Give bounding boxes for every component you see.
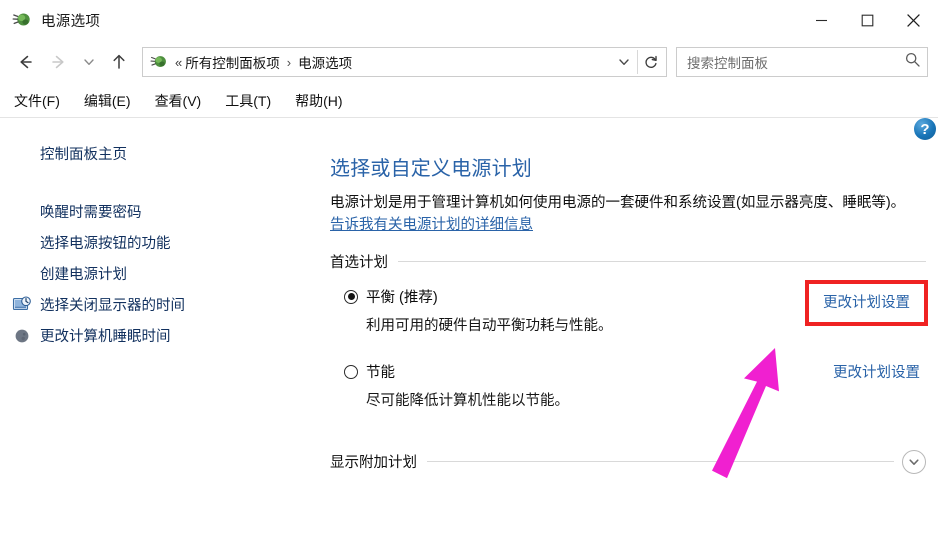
- help-question-icon[interactable]: ?: [914, 118, 936, 140]
- back-arrow-icon[interactable]: [8, 45, 42, 79]
- page-description-text: 电源计划是用于管理计算机如何使用电源的一套硬件和系统设置(如显示器亮度、睡眠等)…: [330, 195, 906, 211]
- radio-balanced[interactable]: [344, 289, 358, 304]
- sidebar-item-label: 唤醒时需要密码: [40, 205, 142, 221]
- sidebar-item-choose-power-button-function[interactable]: 选择电源按钮的功能: [0, 227, 320, 258]
- breadcrumb-overflow-chevrons[interactable]: «: [175, 55, 185, 70]
- refresh-icon[interactable]: [638, 48, 664, 76]
- menu-edit[interactable]: 编辑(E): [84, 91, 145, 111]
- menu-file[interactable]: 文件(F): [14, 91, 74, 111]
- title-bar: 电源选项: [0, 0, 938, 40]
- preferred-plans-header: 首选计划: [330, 251, 930, 272]
- sidebar-item-change-sleep-time[interactable]: 更改计算机睡眠时间: [0, 320, 320, 351]
- moon-icon: [12, 326, 32, 346]
- window-title: 电源选项: [41, 13, 101, 30]
- power-plan-name: 节能: [366, 364, 395, 381]
- forward-arrow-icon: [42, 45, 76, 79]
- sidebar-item-control-panel-home[interactable]: 控制面板主页: [0, 138, 320, 178]
- address-power-plug-icon: [150, 53, 168, 71]
- sidebar-item-label: 更改计算机睡眠时间: [40, 329, 171, 345]
- menu-help[interactable]: 帮助(H): [295, 91, 356, 111]
- breadcrumb-item-power-options[interactable]: 电源选项: [298, 52, 352, 72]
- sidebar-item-label: 控制面板主页: [40, 147, 127, 163]
- change-plan-settings-link-balanced[interactable]: 更改计划设置: [805, 279, 928, 327]
- power-plug-icon: [12, 10, 32, 30]
- page-title: 选择或自定义电源计划: [330, 158, 532, 180]
- menu-bar: 文件(F) 编辑(E) 查看(V) 工具(T) 帮助(H): [0, 84, 938, 118]
- chevron-down-circle-icon[interactable]: [902, 449, 926, 474]
- maximize-button[interactable]: [844, 0, 890, 40]
- power-plan-balanced[interactable]: 平衡 (推荐) 利用可用的硬件自动平衡功耗与性能。 更改计划设置: [330, 276, 930, 335]
- breadcrumb-separator: ›: [286, 54, 292, 70]
- power-plan-description: 尽可能降低计算机性能以节能。: [366, 392, 569, 409]
- main-pane: ? 选择或自定义电源计划 电源计划是用于管理计算机如何使用电源的一套硬件和系统设…: [320, 118, 938, 540]
- preferred-plans-label: 首选计划: [330, 254, 388, 271]
- group-divider: [427, 461, 894, 463]
- address-chevron-down-icon[interactable]: [611, 48, 637, 76]
- sidebar-item-label: 选择关闭显示器的时间: [40, 298, 185, 314]
- learn-more-link[interactable]: 告诉我有关电源计划的详细信息: [330, 217, 533, 233]
- page-description: 电源计划是用于管理计算机如何使用电源的一套硬件和系统设置(如显示器亮度、睡眠等)…: [330, 192, 920, 237]
- window-controls: [798, 0, 936, 40]
- radio-power-saver[interactable]: [344, 364, 358, 379]
- additional-plans-header[interactable]: 显示附加计划: [330, 449, 930, 474]
- breadcrumb-item-all-control-panel-items[interactable]: 所有控制面板项: [185, 52, 280, 72]
- search-icon[interactable]: [904, 51, 921, 73]
- sidebar: 控制面板主页 唤醒时需要密码 选择电源按钮的功能 创建电源计划 选择关闭显示器的…: [0, 118, 320, 540]
- menu-view[interactable]: 查看(V): [155, 91, 216, 111]
- group-divider: [398, 260, 926, 262]
- search-input[interactable]: 搜索控制面板: [687, 52, 904, 72]
- sidebar-item-label: 选择电源按钮的功能: [40, 236, 171, 252]
- up-arrow-icon[interactable]: [102, 45, 136, 79]
- content-area: 控制面板主页 唤醒时需要密码 选择电源按钮的功能 创建电源计划 选择关闭显示器的…: [0, 118, 938, 540]
- additional-plans-label: 显示附加计划: [330, 455, 417, 472]
- power-options-window: 电源选项 « 所有控制面板项 › 电源选项 搜索控制面板 文件(F) 编辑(E)…: [0, 0, 938, 540]
- sidebar-item-create-power-plan[interactable]: 创建电源计划: [0, 258, 320, 289]
- power-plan-name: 平衡 (推荐): [366, 289, 438, 306]
- power-plan-power-saver[interactable]: 节能 尽可能降低计算机性能以节能。 更改计划设置: [330, 335, 930, 410]
- change-plan-settings-link-power-saver[interactable]: 更改计划设置: [833, 361, 920, 382]
- sidebar-item-require-password-on-wakeup[interactable]: 唤醒时需要密码: [0, 196, 320, 227]
- recent-locations-chevron-down-icon[interactable]: [76, 45, 102, 79]
- monitor-clock-icon: [12, 295, 32, 315]
- address-bar[interactable]: « 所有控制面板项 › 电源选项: [142, 47, 667, 77]
- close-button[interactable]: [890, 0, 936, 40]
- menu-tools[interactable]: 工具(T): [225, 91, 285, 111]
- sidebar-item-choose-display-off-time[interactable]: 选择关闭显示器的时间: [0, 289, 320, 320]
- minimize-button[interactable]: [798, 0, 844, 40]
- navigation-bar: « 所有控制面板项 › 电源选项 搜索控制面板: [0, 40, 938, 84]
- sidebar-item-label: 创建电源计划: [40, 267, 127, 283]
- search-box[interactable]: 搜索控制面板: [676, 47, 928, 77]
